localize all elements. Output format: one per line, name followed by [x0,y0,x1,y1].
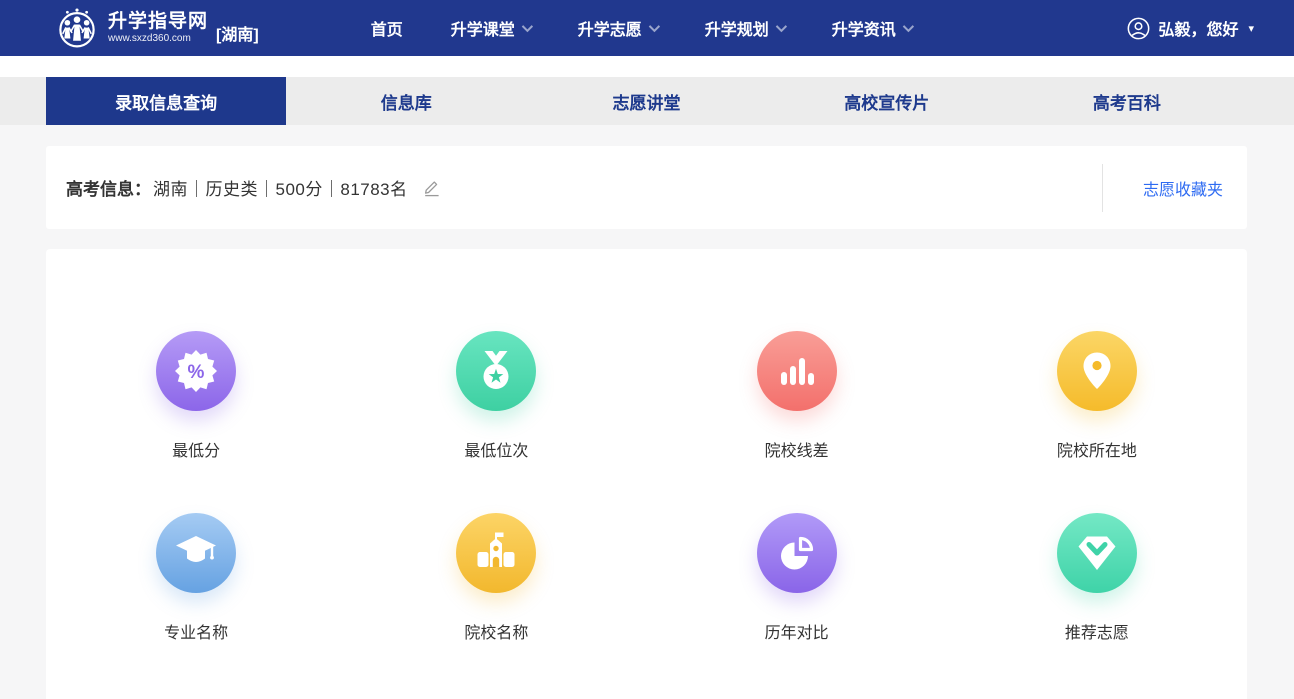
diamond-check-icon [1078,536,1116,570]
location-pin-icon [1083,352,1111,389]
logo-people-icon [59,8,95,48]
gaokao-info-value: 湖南｜历史类｜500分｜81783名 [153,180,408,199]
card-label: 最低分 [172,443,221,460]
user-menu[interactable]: 弘毅，您好 ▾ [1127,16,1254,40]
tab-info-library[interactable]: 信息库 [286,77,526,125]
favorites-link[interactable]: 志愿收藏夹 [1143,176,1223,200]
region-badge: [湖南] [216,27,259,44]
nav-item-volunteer[interactable]: 升学志愿 [578,16,660,40]
card-label: 专业名称 [164,625,229,642]
top-navbar: 升学指导网 www.sxzd360.com [湖南] 首页 升学课堂 升学志愿 … [0,0,1294,56]
card-school-location[interactable]: 院校所在地 [947,331,1247,461]
chevron-down-icon [775,20,787,33]
nav-item-planning[interactable]: 升学规划 [705,16,787,40]
chevron-down-icon [521,20,533,33]
card-yearly-compare[interactable]: 历年对比 [647,513,947,643]
edit-info-button[interactable] [422,178,442,198]
card-min-score[interactable]: % 最低分 [46,331,346,461]
card-major-name[interactable]: 专业名称 [46,513,346,643]
svg-text:%: % [188,362,205,383]
card-school-line-diff[interactable]: 院校线差 [647,331,947,461]
percent-seal-icon: % [175,350,218,392]
user-greeting: 弘毅，您好 [1158,22,1239,39]
card-recommend[interactable]: 推荐志愿 [947,513,1247,643]
white-strip [0,56,1294,77]
school-building-icon [477,532,515,567]
query-options-grid: % 最低分 最低位次 院校线差 院校所在地 专业名称 院校名称 历年对比 推荐志… [46,249,1247,643]
bar-chart-icon [780,358,814,385]
card-label: 院校所在地 [1056,443,1137,460]
card-min-rank[interactable]: 最低位次 [346,331,646,461]
card-label: 院校线差 [764,443,829,460]
pie-chart-icon [780,536,813,570]
chevron-down-icon [902,20,914,33]
site-url: www.sxzd360.com [108,32,191,44]
graduation-cap-icon [176,536,217,562]
tab-gaokao-wiki[interactable]: 高考百科 [1007,77,1247,125]
nav-item-home[interactable]: 首页 [371,16,403,40]
tab-volunteer-lectures[interactable]: 志愿讲堂 [526,77,766,125]
tab-admission-info-query[interactable]: 录取信息查询 [46,77,287,125]
site-title: 升学指导网 [108,10,209,32]
user-avatar-icon [1128,17,1150,39]
card-label: 院校名称 [464,625,529,642]
pencil-icon [424,180,439,196]
card-label: 推荐志愿 [1064,625,1129,642]
card-school-name[interactable]: 院校名称 [346,513,646,643]
tab-bar: 录取信息查询 信息库 志愿讲堂 高校宣传片 高考百科 [0,77,1294,125]
gaokao-info-label: 高考信息： [66,180,151,199]
nav-item-news[interactable]: 升学资讯 [832,16,914,40]
tab-college-videos[interactable]: 高校宣传片 [767,77,1007,125]
caret-down-icon: ▾ [1248,22,1254,35]
main-nav: 首页 升学课堂 升学志愿 升学规划 升学资讯 [371,16,914,40]
card-label: 历年对比 [764,625,829,642]
site-logo[interactable]: 升学指导网 www.sxzd360.com [湖南] [56,7,259,49]
query-options-panel: % 最低分 最低位次 院校线差 院校所在地 专业名称 院校名称 历年对比 推荐志… [46,249,1247,699]
chevron-down-icon [648,20,660,33]
nav-item-courses[interactable]: 升学课堂 [451,16,533,40]
gaokao-info-bar: 高考信息： 湖南｜历史类｜500分｜81783名 志愿收藏夹 [46,146,1247,229]
card-label: 最低位次 [464,443,529,460]
medal-icon [483,351,509,389]
